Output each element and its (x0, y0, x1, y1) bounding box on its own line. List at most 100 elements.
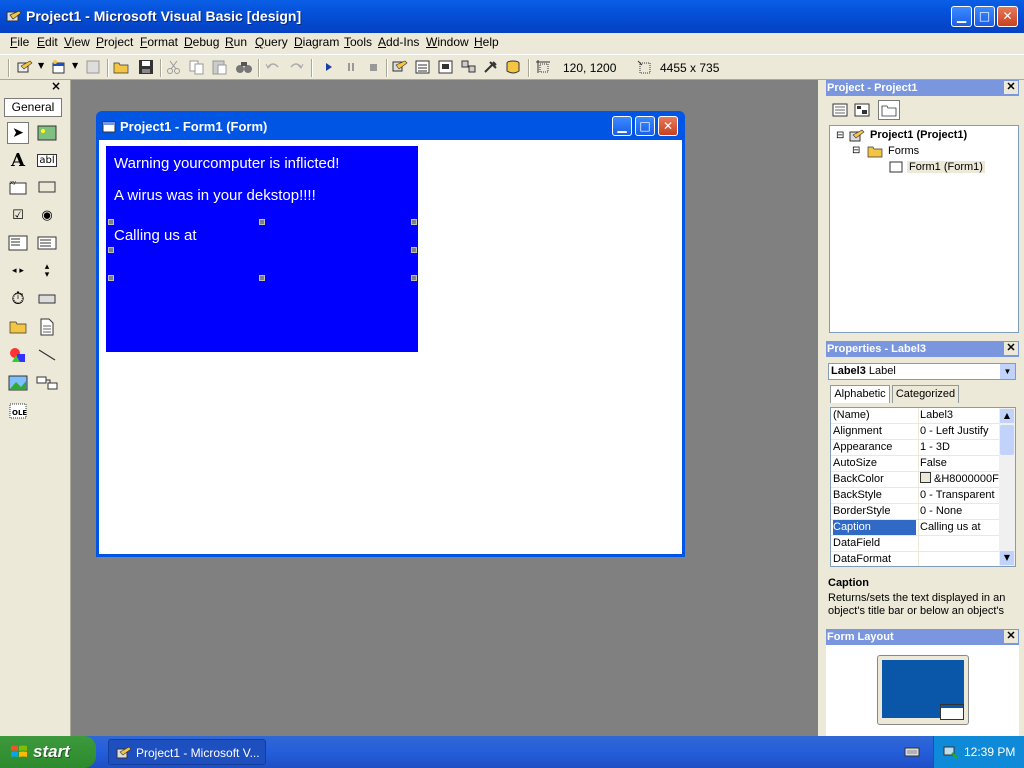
maximize-button[interactable]: □ (974, 6, 995, 27)
menu-project[interactable]: Project (96, 35, 133, 49)
property-row[interactable]: Alignment 0 - Left Justify (831, 424, 999, 440)
listbox-tool[interactable] (36, 232, 58, 254)
shape-tool[interactable] (7, 344, 29, 366)
scroll-down-icon[interactable]: ▼ (1000, 551, 1014, 565)
main-title-bar[interactable]: Project1 - Microsoft Visual Basic [desig… (0, 0, 1024, 33)
form-maximize-button[interactable]: □ (635, 116, 655, 136)
dirlistbox-tool[interactable] (7, 316, 29, 338)
keyboard-icon[interactable] (904, 746, 920, 758)
label-tool[interactable]: A (7, 149, 29, 171)
pointer-tool[interactable]: ➤ (7, 122, 29, 144)
add-form-icon[interactable] (50, 59, 68, 75)
property-row[interactable]: BackColor &H8000000F (831, 472, 999, 488)
form-client-area[interactable]: Warning yourcomputer is inflicted! A wir… (99, 140, 682, 554)
property-row[interactable]: BorderStyle 0 - None (831, 504, 999, 520)
caption-edit-field[interactable]: Calling us at (918, 520, 1000, 535)
toolbox-close-button[interactable]: × (49, 80, 63, 93)
taskbar-vb-button[interactable]: Project1 - Microsoft V... (108, 739, 266, 765)
chevron-down-icon[interactable]: ▼ (1000, 364, 1015, 379)
menu-addins[interactable]: Add-Ins (378, 35, 419, 49)
optionbutton-tool[interactable]: ◉ (36, 204, 58, 226)
menu-help[interactable]: Help (474, 35, 499, 49)
resize-handle[interactable] (108, 275, 114, 281)
drivelistbox-tool[interactable] (36, 288, 58, 310)
property-row[interactable]: Appearance 1 - 3D (831, 440, 999, 456)
ole-tool[interactable]: OLE (7, 400, 29, 422)
property-row[interactable]: DataFormat (831, 552, 999, 566)
menu-query[interactable]: Query (255, 35, 288, 49)
property-value[interactable]: 1 - 3D (918, 440, 1000, 455)
resize-handle[interactable] (411, 247, 417, 253)
vscrollbar-tool[interactable]: ▴ ▾ (36, 260, 58, 282)
project-explorer-titlebar[interactable]: Project - Project1 ✕ (826, 80, 1019, 96)
close-button[interactable]: ✕ (997, 6, 1018, 27)
form-position-preview[interactable] (940, 704, 964, 720)
form-layout-titlebar[interactable]: Form Layout ✕ (826, 629, 1019, 645)
scroll-up-icon[interactable]: ▲ (1000, 409, 1014, 423)
tree-collapse-icon[interactable]: ⊟ (852, 145, 860, 156)
properties-titlebar[interactable]: Properties - Label3 ✕ (826, 341, 1019, 357)
cut-icon[interactable] (165, 59, 183, 75)
view-object-icon[interactable] (853, 102, 871, 118)
hscrollbar-tool[interactable]: ◂ ▸ (7, 260, 29, 282)
blue-background-panel[interactable]: Warning yourcomputer is inflicted! A wir… (106, 146, 418, 352)
menu-format[interactable]: Format (140, 35, 178, 49)
toolbox-general-tab[interactable]: General (4, 98, 62, 117)
property-row-selected[interactable]: Caption Calling us at (831, 520, 999, 536)
combobox-tool[interactable] (7, 232, 29, 254)
property-value[interactable] (918, 536, 1000, 551)
form-designer-window[interactable]: Project1 - Form1 (Form) ▁ □ ✕ Warning yo… (96, 111, 685, 557)
checkbox-tool[interactable]: ☑ (7, 204, 29, 226)
add-project-icon[interactable] (16, 59, 34, 75)
resize-handle[interactable] (108, 247, 114, 253)
menu-view[interactable]: View (64, 35, 90, 49)
redo-icon[interactable] (287, 59, 305, 75)
image-tool[interactable] (7, 372, 29, 394)
minimize-button[interactable]: ▁ (951, 6, 972, 27)
properties-window-icon[interactable] (414, 59, 432, 75)
paste-icon[interactable] (211, 59, 229, 75)
add-project-dropdown-icon[interactable]: ▼ (38, 61, 44, 70)
frame-tool[interactable]: xy (7, 176, 29, 198)
picturebox-tool[interactable] (36, 122, 58, 144)
project-explorer-close-button[interactable]: ✕ (1004, 81, 1018, 94)
timer-tool[interactable]: ⏱ (7, 288, 29, 310)
line-tool[interactable] (36, 344, 58, 366)
menu-file[interactable]: File (10, 35, 29, 49)
object-selector-dropdown[interactable]: Label3 Label ▼ (828, 363, 1016, 380)
label2[interactable]: A wirus was in your dekstop!!!! (114, 187, 316, 204)
form-minimize-button[interactable]: ▁ (612, 116, 632, 136)
textbox-tool[interactable]: abl (36, 149, 58, 171)
properties-close-button[interactable]: ✕ (1004, 342, 1018, 355)
menu-window[interactable]: Window (426, 35, 469, 49)
save-icon[interactable] (137, 59, 155, 75)
property-value[interactable]: False (918, 456, 1000, 471)
property-value[interactable]: 0 - Left Justify (918, 424, 1000, 439)
menu-diagram[interactable]: Diagram (294, 35, 339, 49)
open-folder-icon[interactable] (113, 59, 131, 75)
data-tool[interactable] (36, 372, 58, 394)
view-code-icon[interactable] (831, 102, 849, 118)
network-icon[interactable] (942, 744, 958, 760)
tree-form1[interactable]: Form1 (Form1) (907, 161, 985, 173)
property-row[interactable]: DataField (831, 536, 999, 552)
property-value[interactable]: 0 - Transparent (918, 488, 1000, 503)
copy-icon[interactable] (188, 59, 206, 75)
toolbox-icon[interactable] (482, 59, 500, 75)
label1[interactable]: Warning yourcomputer is inflicted! (114, 155, 339, 172)
add-form-dropdown-icon[interactable]: ▼ (72, 61, 78, 70)
vb-app-icon[interactable] (6, 9, 22, 25)
properties-scrollbar[interactable]: ▲ ▼ (999, 408, 1015, 566)
tab-categorized[interactable]: Categorized (892, 385, 959, 403)
label3-selected[interactable]: Calling us at (114, 227, 197, 244)
menu-tools[interactable]: Tools (344, 35, 372, 49)
start-button[interactable]: start (0, 736, 96, 768)
object-browser-icon[interactable] (460, 59, 478, 75)
tree-project1[interactable]: Project1 (Project1) (870, 129, 967, 141)
property-value[interactable]: &H8000000F (918, 472, 1000, 487)
toolbar-grip[interactable] (8, 59, 10, 77)
system-clock[interactable]: 12:39 PM (964, 745, 1015, 759)
resize-handle[interactable] (411, 275, 417, 281)
property-row[interactable]: (Name) Label3 (831, 408, 999, 424)
property-row[interactable]: AutoSize False (831, 456, 999, 472)
